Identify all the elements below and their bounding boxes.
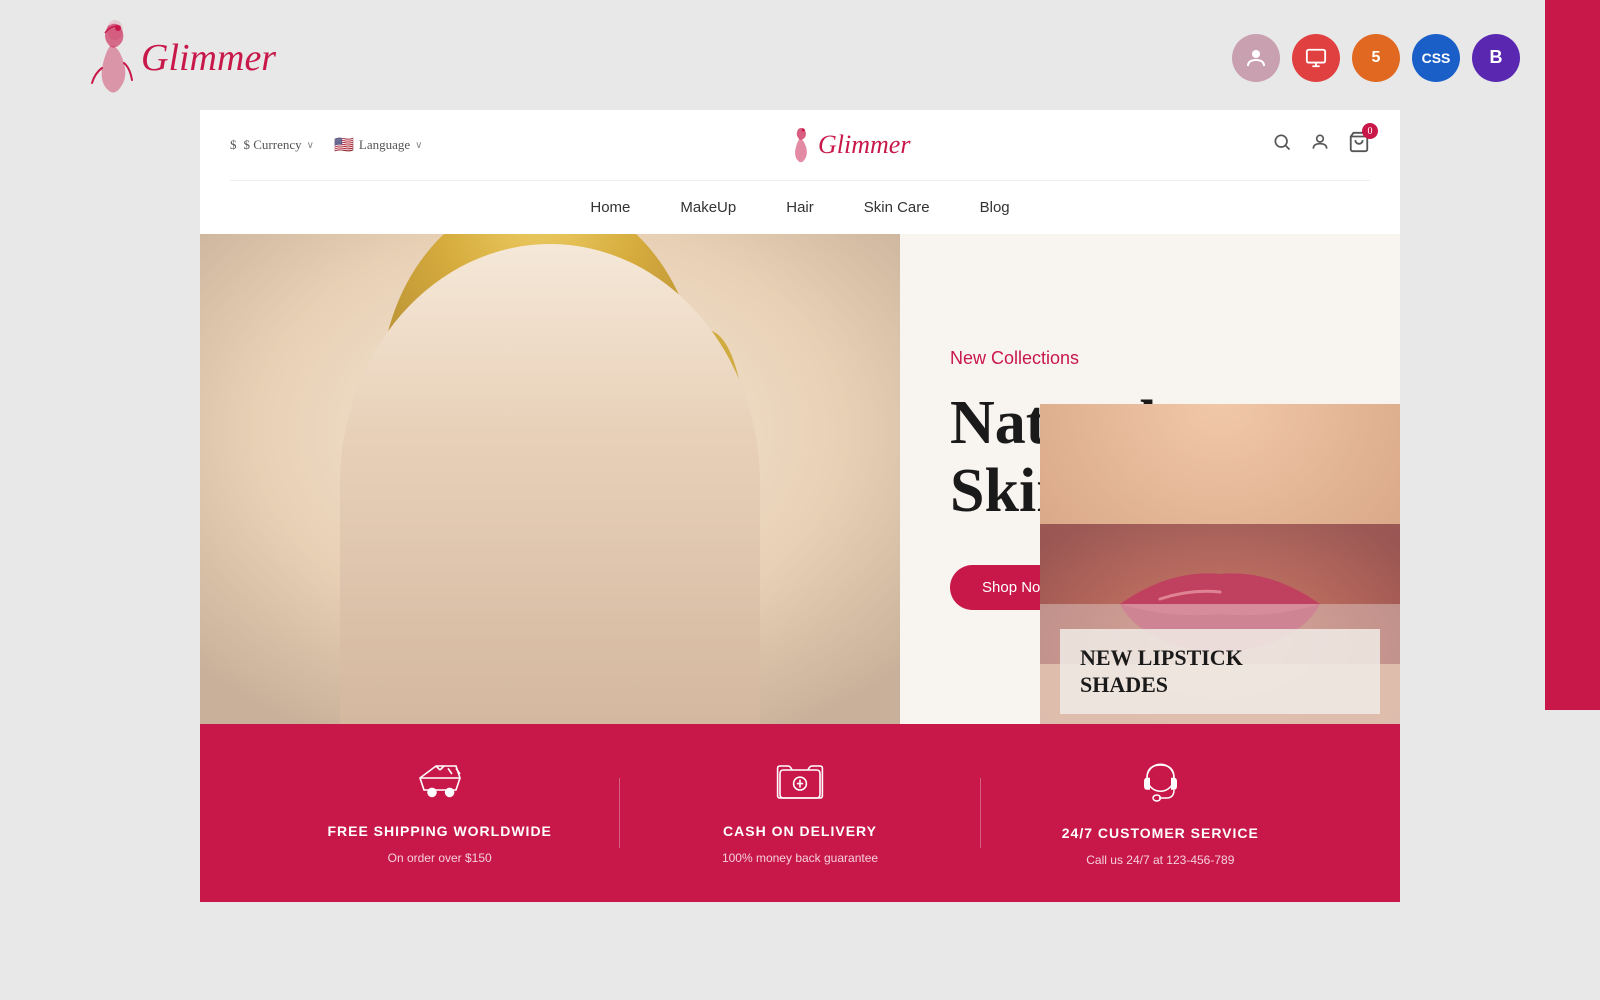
hero-subtitle: New Collections bbox=[950, 348, 1350, 369]
header-logo-icon bbox=[784, 125, 812, 165]
hero-section: New Collections Natural Skin Care Shop N… bbox=[200, 234, 1400, 724]
header-dropdowns: $ $ Currency ∨ 🇺🇸 Language ∨ bbox=[230, 135, 422, 155]
main-container: $ $ Currency ∨ 🇺🇸 Language ∨ bbox=[200, 110, 1400, 902]
currency-arrow: ∨ bbox=[307, 140, 314, 151]
support-desc: Call us 24/7 at 123-456-789 bbox=[1086, 853, 1234, 867]
search-icon[interactable] bbox=[1272, 132, 1292, 158]
pink-accent-top-right bbox=[1545, 0, 1600, 200]
currency-label: $ Currency bbox=[244, 137, 302, 153]
html5-icon-circle[interactable]: 5 bbox=[1352, 34, 1400, 82]
currency-dropdown[interactable]: $ $ Currency ∨ bbox=[230, 137, 314, 153]
cash-desc: 100% money back guarantee bbox=[722, 851, 878, 865]
nav-item-blog[interactable]: Blog bbox=[980, 199, 1010, 216]
language-dropdown[interactable]: 🇺🇸 Language ∨ bbox=[334, 135, 423, 155]
brand-logo-top: Glimmer bbox=[80, 18, 276, 98]
cash-title: CASH ON DELIVERY bbox=[723, 823, 877, 839]
hero-image bbox=[200, 234, 900, 724]
brand-name-top: Glimmer bbox=[141, 36, 276, 80]
mini-banner-overlay: NEW LIPSTICK SHADES bbox=[1060, 629, 1380, 714]
feature-support: 24/7 CUSTOMER SERVICE Call us 24/7 at 12… bbox=[981, 759, 1340, 867]
language-arrow: ∨ bbox=[415, 140, 422, 151]
logo-svg-icon bbox=[80, 18, 135, 98]
feature-shipping: FREE SHIPPING WORLDWIDE On order over $1… bbox=[260, 762, 619, 865]
site-header: $ $ Currency ∨ 🇺🇸 Language ∨ bbox=[200, 110, 1400, 234]
top-bar: Glimmer 5 CSS B bbox=[0, 0, 1600, 110]
shipping-icon bbox=[415, 762, 465, 811]
pink-accent-right bbox=[1545, 110, 1600, 710]
feature-cash: CASH ON DELIVERY 100% money back guarant… bbox=[620, 762, 979, 865]
mini-banner-text: NEW LIPSTICK SHADES bbox=[1080, 645, 1360, 698]
currency-symbol: $ bbox=[230, 137, 237, 153]
nav-item-skincare[interactable]: Skin Care bbox=[864, 199, 930, 216]
nav-item-hair[interactable]: Hair bbox=[786, 199, 814, 216]
support-icon bbox=[1138, 759, 1183, 813]
hero-woman-svg bbox=[200, 234, 900, 724]
header-center-logo[interactable]: Glimmer bbox=[784, 125, 910, 165]
cart-icon[interactable]: 0 bbox=[1348, 131, 1370, 159]
nav-item-makeup[interactable]: MakeUp bbox=[680, 199, 736, 216]
language-flag: 🇺🇸 bbox=[334, 135, 354, 155]
support-title: 24/7 CUSTOMER SERVICE bbox=[1062, 825, 1259, 841]
language-label: Language bbox=[359, 137, 410, 153]
shipping-desc: On order over $150 bbox=[388, 851, 492, 865]
cart-count-badge: 0 bbox=[1362, 123, 1378, 139]
cash-icon bbox=[776, 762, 824, 811]
account-icon[interactable] bbox=[1310, 132, 1330, 158]
nav-item-home[interactable]: Home bbox=[590, 199, 630, 216]
header-logo-text: Glimmer bbox=[818, 130, 910, 160]
hero-woman-photo bbox=[200, 234, 900, 724]
avatar-icon-circle[interactable] bbox=[1232, 34, 1280, 82]
monitor-icon-circle[interactable] bbox=[1292, 34, 1340, 82]
hero-mini-banner: NEW LIPSTICK SHADES bbox=[1040, 404, 1400, 724]
features-bar: FREE SHIPPING WORLDWIDE On order over $1… bbox=[200, 724, 1400, 902]
shipping-title: FREE SHIPPING WORLDWIDE bbox=[327, 823, 551, 839]
top-tool-icons: 5 CSS B bbox=[1232, 34, 1520, 82]
css3-icon-circle[interactable]: CSS bbox=[1412, 34, 1460, 82]
header-action-icons: 0 bbox=[1272, 131, 1370, 159]
main-navigation: Home MakeUp Hair Skin Care Blog bbox=[230, 181, 1370, 234]
header-top-bar: $ $ Currency ∨ 🇺🇸 Language ∨ bbox=[230, 110, 1370, 181]
bootstrap-icon-circle[interactable]: B bbox=[1472, 34, 1520, 82]
